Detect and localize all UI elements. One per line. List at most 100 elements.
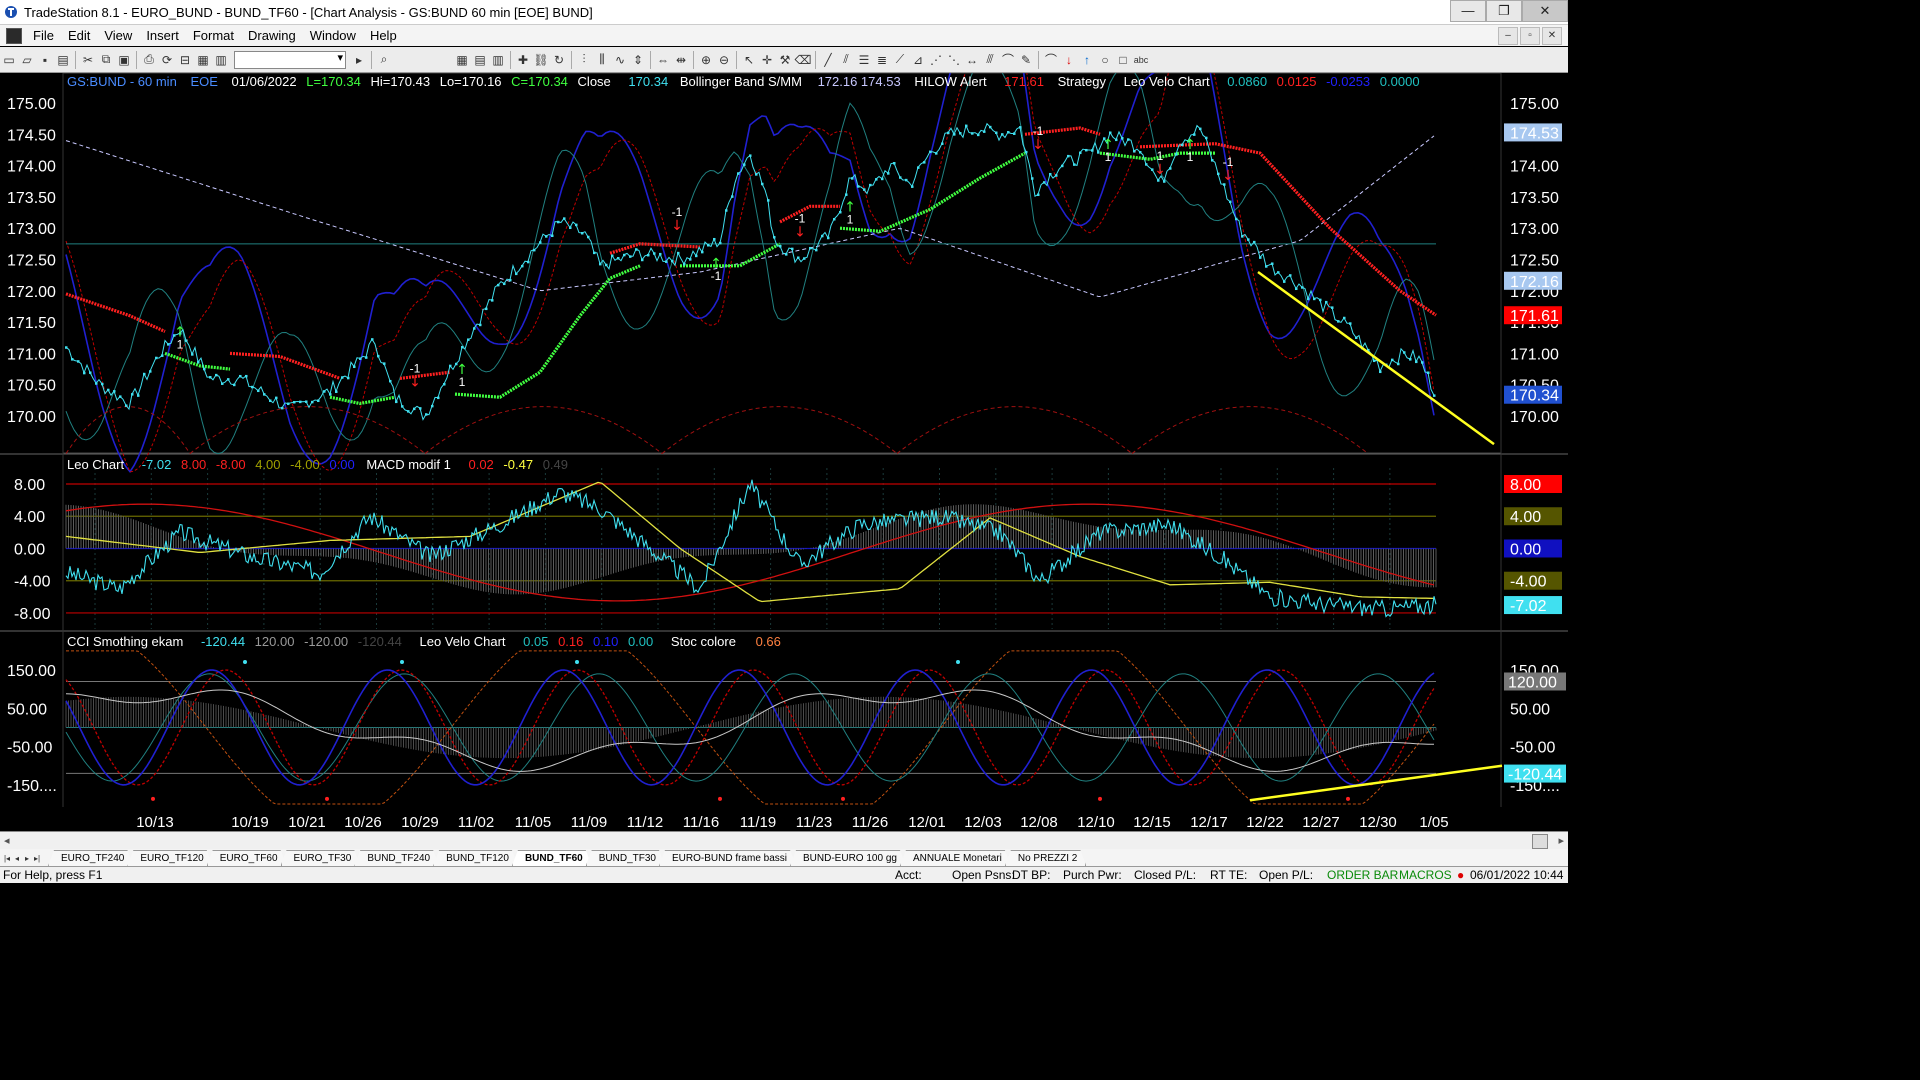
fibonacci-icon[interactable]: ≣ bbox=[874, 52, 890, 68]
tab-bund-tf120[interactable]: BUND_TF120 bbox=[433, 850, 518, 866]
lock-icon[interactable]: ⊟ bbox=[177, 52, 193, 68]
tools-icon[interactable]: ⚒ bbox=[777, 52, 793, 68]
buy-arrow-icon[interactable]: ↑ bbox=[1079, 52, 1095, 68]
tab-euro-tf120[interactable]: EURO_TF120 bbox=[127, 850, 212, 866]
close-button[interactable]: ✕ bbox=[1522, 0, 1568, 22]
candles-icon[interactable]: ⫼ bbox=[594, 52, 610, 68]
tab-euro-tf240[interactable]: EURO_TF240 bbox=[48, 850, 133, 866]
cycle-icon[interactable]: ⌒ bbox=[1000, 52, 1016, 68]
cci-pane[interactable] bbox=[65, 650, 1503, 805]
scroll-thumb[interactable] bbox=[1532, 834, 1548, 849]
price-dot bbox=[833, 218, 836, 221]
chart-window-icon[interactable] bbox=[6, 27, 22, 44]
symbol-dropdown[interactable] bbox=[234, 50, 346, 69]
properties-icon[interactable]: ▦ bbox=[195, 52, 211, 68]
chart-analysis-window[interactable]: 1 ↑ -1 ↓ 1 ↑ -1 ↓ -1 ↑ -1 ↓ 1 ↑ -1 ↓ 1 ↑ 1 ↓ 1 ↑ -1 ↓ 175.00 175… bbox=[0, 0, 1568, 831]
tab-euro-bund-frame-bassi[interactable]: EURO-BUND frame bassi bbox=[659, 850, 796, 866]
tab-euro-tf60[interactable]: EURO_TF60 bbox=[207, 850, 287, 866]
window-icon[interactable]: ▤ bbox=[55, 52, 71, 68]
save-icon[interactable]: ▪ bbox=[37, 52, 53, 68]
channel-icon[interactable]: ⫽ bbox=[838, 52, 854, 68]
arrow-right-icon[interactable]: ▸ bbox=[351, 52, 367, 68]
open-icon[interactable]: ▱ bbox=[19, 52, 35, 68]
menu-view[interactable]: View bbox=[97, 28, 139, 43]
price-dot bbox=[623, 253, 626, 257]
tab-bund-tf240[interactable]: BUND_TF240 bbox=[354, 850, 439, 866]
minimize-button[interactable]: — bbox=[1450, 0, 1486, 22]
mdi-minimize-button[interactable]: ‒ bbox=[1498, 27, 1518, 45]
menu-window[interactable]: Window bbox=[303, 28, 363, 43]
plus-icon[interactable]: ✚ bbox=[515, 52, 531, 68]
speed-lines-icon[interactable]: ⋰ bbox=[928, 52, 944, 68]
tab-annuale-monetari[interactable]: ANNUALE Monetari bbox=[900, 850, 1011, 866]
tab-no-prezzi-2[interactable]: No PREZZI 2 bbox=[1005, 850, 1086, 866]
tab-first-icon[interactable]: |◂ bbox=[2, 854, 12, 866]
link-icon[interactable]: ⛓ bbox=[533, 52, 549, 68]
tab-last-icon[interactable]: ▸| bbox=[32, 854, 42, 866]
hilow-segment bbox=[779, 204, 840, 224]
tab-bund-tf60[interactable]: BUND_TF60 bbox=[512, 850, 592, 866]
tab-prev-icon[interactable]: ◂ bbox=[12, 854, 22, 866]
menu-insert[interactable]: Insert bbox=[139, 28, 186, 43]
maximize-button[interactable]: ❐ bbox=[1486, 0, 1522, 22]
menu-format[interactable]: Format bbox=[186, 28, 241, 43]
price-dot bbox=[497, 283, 500, 287]
mdi-restore-button[interactable]: ▫ bbox=[1520, 27, 1540, 45]
chart-canvas[interactable]: 1↑-1↓ 1↑-1↓-1↑-1↓1↑-1↓1↑1↓1↑-1↓ 175.00 175… bbox=[0, 0, 1568, 831]
tab-next-icon[interactable]: ▸ bbox=[22, 854, 32, 866]
status-macros[interactable]: MACROS bbox=[1399, 868, 1452, 882]
chart-icon[interactable]: ▦ bbox=[454, 52, 470, 68]
new-icon[interactable]: ▭ bbox=[1, 52, 17, 68]
scale-icon[interactable]: ⇕ bbox=[630, 52, 646, 68]
crosshair-icon[interactable]: ✛ bbox=[759, 52, 775, 68]
bar-spacing-icon[interactable]: ⇔ bbox=[655, 52, 671, 68]
gann-icon[interactable]: ⊿ bbox=[910, 52, 926, 68]
price-pane[interactable]: 1↑-1↓ 1↑-1↓-1↑-1↓1↑-1↓1↑1↓1↑-1↓ bbox=[65, 0, 1495, 474]
refresh-icon[interactable]: ⟳ bbox=[159, 52, 175, 68]
grid-icon[interactable]: ▤ bbox=[472, 52, 488, 68]
macd-axis-box-label: 0.00 bbox=[1510, 541, 1541, 558]
paste-icon[interactable]: ▣ bbox=[116, 52, 132, 68]
ellipse-icon[interactable]: ○ bbox=[1097, 52, 1113, 68]
table-icon[interactable]: ▥ bbox=[490, 52, 506, 68]
scroll-right-icon[interactable]: ▸ bbox=[1558, 834, 1564, 847]
bar-width-icon[interactable]: ⇹ bbox=[673, 52, 689, 68]
delete-icon[interactable]: ⌫ bbox=[795, 52, 812, 68]
sell-arrow-icon[interactable]: ↓ bbox=[1061, 52, 1077, 68]
tab-bund-euro-100gg[interactable]: BUND-EURO 100 gg bbox=[790, 850, 906, 866]
macd-pane[interactable] bbox=[65, 479, 1437, 618]
status-order-bar[interactable]: ORDER BAR bbox=[1327, 868, 1398, 882]
pen-icon[interactable]: ✎ bbox=[1018, 52, 1034, 68]
parallel-icon[interactable]: ⫻ bbox=[982, 52, 998, 68]
regression-icon[interactable]: ⟋ bbox=[892, 52, 908, 68]
menu-help[interactable]: Help bbox=[363, 28, 404, 43]
text-icon[interactable]: abc bbox=[1133, 52, 1149, 68]
menu-file[interactable]: File bbox=[26, 28, 61, 43]
print-icon[interactable]: ⎙ bbox=[141, 52, 157, 68]
menu-drawing[interactable]: Drawing bbox=[241, 28, 303, 43]
bars-icon[interactable]: ⫶ bbox=[576, 52, 592, 68]
rotate-icon[interactable]: ↻ bbox=[551, 52, 567, 68]
trendline-icon[interactable]: ╱ bbox=[820, 52, 836, 68]
tab-bund-tf30[interactable]: BUND_TF30 bbox=[586, 850, 665, 866]
menu-edit[interactable]: Edit bbox=[61, 28, 97, 43]
cursor-icon[interactable]: ↖ bbox=[741, 52, 757, 68]
toolbar-separator bbox=[371, 50, 372, 69]
line-chart-icon[interactable]: ∿ bbox=[612, 52, 628, 68]
tab-euro-tf30[interactable]: EURO_TF30 bbox=[281, 850, 361, 866]
rectangle-icon[interactable]: □ bbox=[1115, 52, 1131, 68]
mdi-close-button[interactable]: ✕ bbox=[1542, 27, 1562, 45]
horizontal-icon[interactable]: ↔ bbox=[964, 52, 980, 68]
format-icon[interactable]: ▥ bbox=[213, 52, 229, 68]
find-icon[interactable]: ⌕ bbox=[376, 52, 392, 68]
cycle-arc bbox=[65, 406, 191, 454]
zoom-out-icon[interactable]: ⊖ bbox=[716, 52, 732, 68]
andrews-icon[interactable]: ⋱ bbox=[946, 52, 962, 68]
cut-icon[interactable]: ✂ bbox=[80, 52, 96, 68]
copy-icon[interactable]: ⧉ bbox=[98, 52, 114, 68]
arc-icon[interactable]: ⌒ bbox=[1043, 52, 1059, 68]
horizontal-lines-icon[interactable]: ☰ bbox=[856, 52, 872, 68]
horizontal-scrollbar[interactable]: ◂ ▸ bbox=[0, 831, 1568, 850]
zoom-in-icon[interactable]: ⊕ bbox=[698, 52, 714, 68]
scroll-left-icon[interactable]: ◂ bbox=[4, 834, 10, 847]
